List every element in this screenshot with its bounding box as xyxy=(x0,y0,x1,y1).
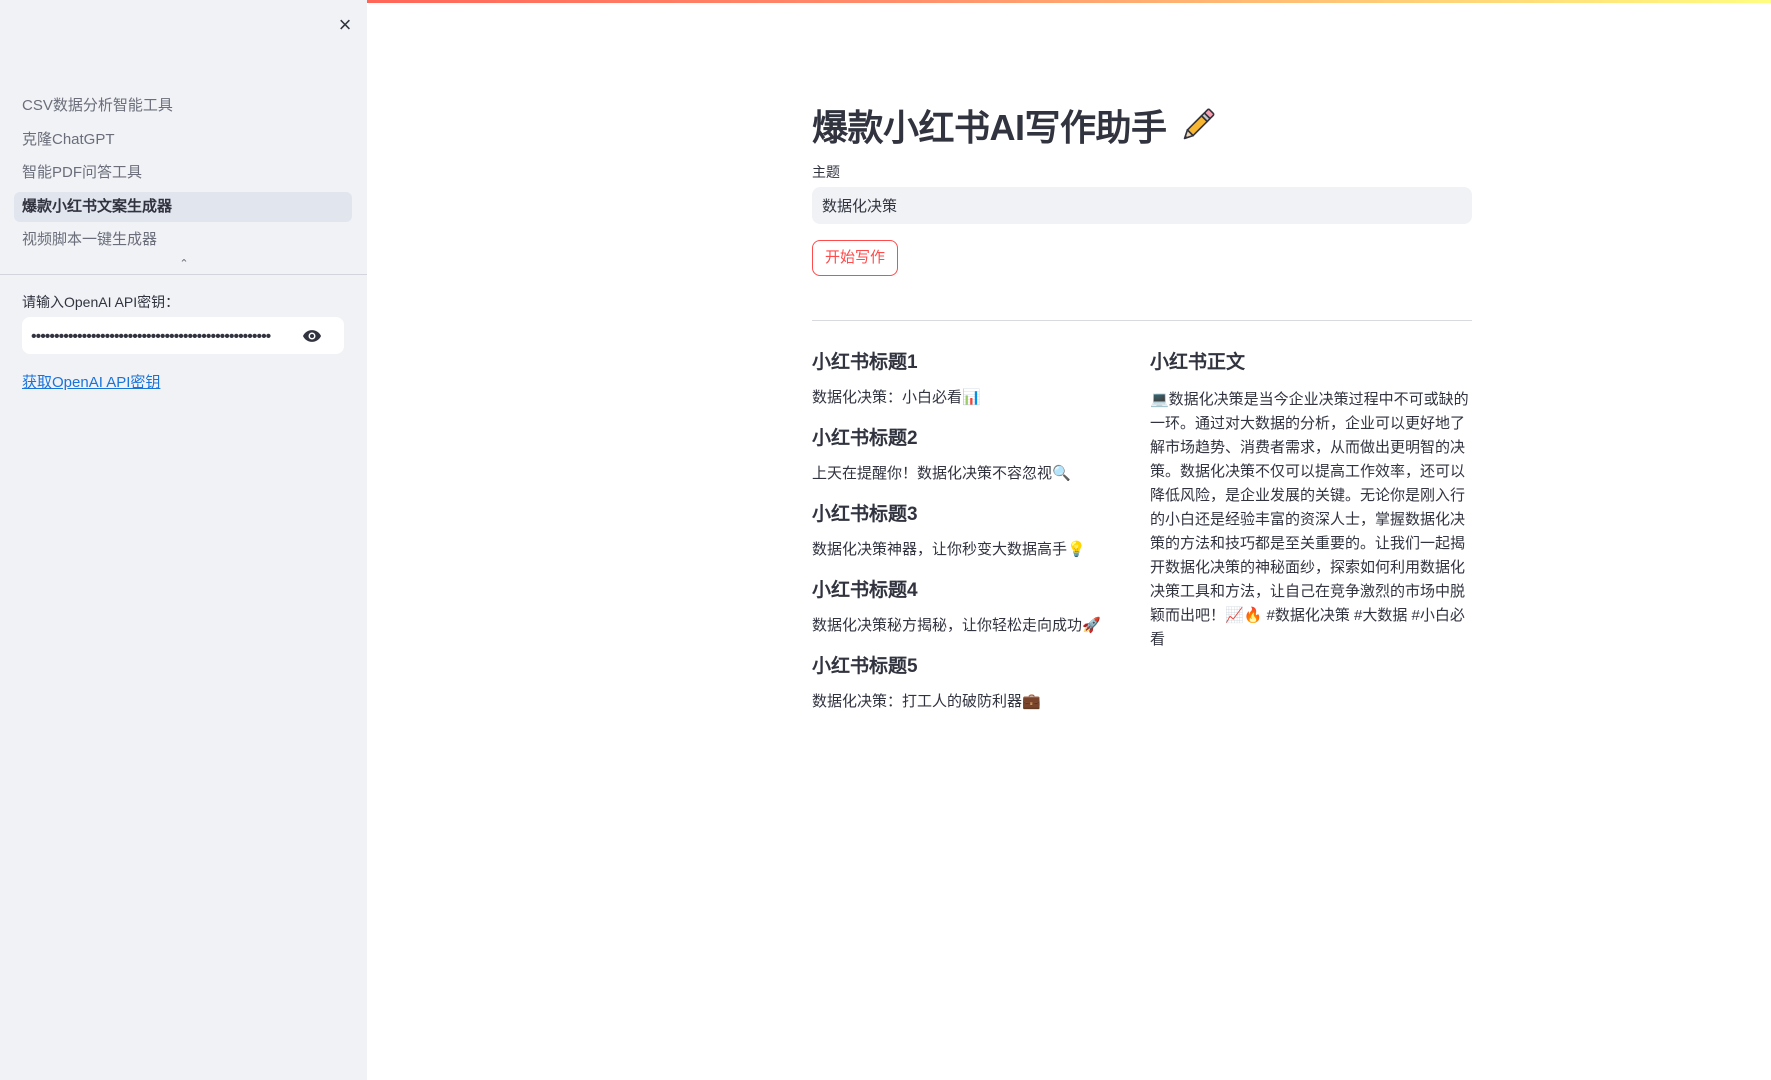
sidebar-nav: CSV数据分析智能工具 克隆ChatGPT 智能PDF问答工具 爆款小红书文案生… xyxy=(14,91,352,259)
page-title: 爆款小红书AI写作助手 xyxy=(812,107,1167,148)
pencil-icon xyxy=(1183,108,1214,140)
sidebar-item-csv-analysis[interactable]: CSV数据分析智能工具 xyxy=(14,91,352,121)
api-key-label: 请输入OpenAI API密钥： xyxy=(22,294,180,310)
api-key-field-wrapper xyxy=(22,317,344,356)
sidebar-item-clone-chatgpt[interactable]: 克隆ChatGPT xyxy=(14,125,352,155)
collapse-nav-chevron-icon[interactable]: ⌃ xyxy=(176,258,192,270)
start-writing-button[interactable]: 开始写作 xyxy=(812,240,899,276)
sidebar-item-pdf-qa[interactable]: 智能PDF问答工具 xyxy=(14,158,352,188)
title-heading-3: 小红书标题3 xyxy=(812,504,918,525)
sidebar-item-xiaohongshu-generator[interactable]: 爆款小红书文案生成器 xyxy=(14,191,352,222)
body-column: 小红书正文 💻数据化决策是当今企业决策过程中不可或缺的一环。通过对大数据的分析，… xyxy=(1150,350,1472,652)
title-text-2: 上天在提醒你！数据化决策不容忽视🔍 xyxy=(812,465,1071,482)
title-text-5: 数据化决策：打工人的破防利器💼 xyxy=(812,693,1041,710)
get-api-key-link[interactable]: 获取OpenAI API密钥 xyxy=(22,371,160,392)
title-heading-5: 小红书标题5 xyxy=(812,656,918,677)
sidebar-divider xyxy=(0,274,367,275)
title-text-1: 数据化决策：小白必看📊 xyxy=(812,389,981,406)
sidebar: × CSV数据分析智能工具 克隆ChatGPT 智能PDF问答工具 爆款小红书文… xyxy=(0,0,367,1080)
titles-column: 小红书标题1 数据化决策：小白必看📊 小红书标题2 上天在提醒你！数据化决策不容… xyxy=(812,350,1132,730)
title-row: 爆款小红书AI写作助手 xyxy=(812,100,1219,150)
api-key-input[interactable] xyxy=(22,317,293,356)
title-heading-4: 小红书标题4 xyxy=(812,580,918,601)
body-heading: 小红书正文 xyxy=(1150,352,1246,373)
sidebar-item-video-script[interactable]: 视频脚本一键生成器 xyxy=(14,225,352,255)
title-text-4: 数据化决策秘方揭秘，让你轻松走向成功🚀 xyxy=(812,617,1101,634)
topic-label: 主题 xyxy=(812,164,840,180)
close-sidebar-button[interactable]: × xyxy=(334,14,356,36)
section-divider xyxy=(812,320,1472,321)
body-text: 💻数据化决策是当今企业决策过程中不可或缺的一环。通过对大数据的分析，企业可以更好… xyxy=(1150,391,1469,648)
title-heading-1: 小红书标题1 xyxy=(812,352,918,373)
title-heading-2: 小红书标题2 xyxy=(812,428,918,449)
close-icon: × xyxy=(338,12,352,37)
show-password-eye-icon[interactable] xyxy=(302,326,322,346)
title-text-3: 数据化决策神器，让你秒变大数据高手💡 xyxy=(812,541,1086,558)
topic-input[interactable] xyxy=(812,187,1472,224)
